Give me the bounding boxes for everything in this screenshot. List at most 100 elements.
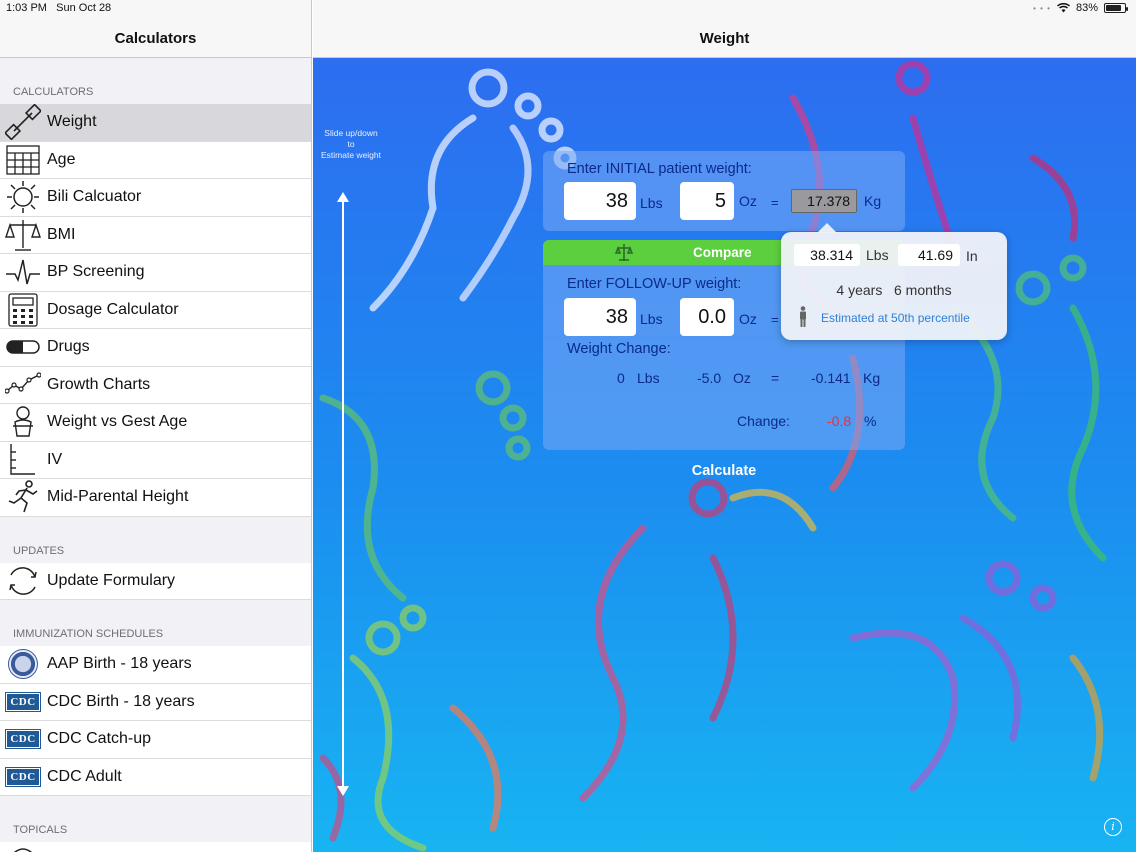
sidebar-item-cdc-birth[interactable]: CDC CDC Birth - 18 years bbox=[0, 683, 311, 721]
slide-hint: Slide up/down to Estimate weight bbox=[321, 128, 381, 160]
popover-height-unit: In bbox=[966, 248, 978, 264]
initial-oz-input[interactable]: 5 bbox=[680, 182, 734, 220]
sidebar-item-bmi[interactable]: BMI bbox=[0, 216, 311, 254]
cdc-logo-icon: CDC bbox=[3, 684, 43, 720]
sidebar-title: Calculators bbox=[114, 30, 197, 47]
section-label-calculators: CALCULATORS bbox=[13, 86, 94, 98]
section-label-immunization: IMMUNIZATION SCHEDULES bbox=[13, 628, 164, 640]
person-icon bbox=[800, 306, 806, 327]
sidebar-item-growth-charts[interactable]: Growth Charts bbox=[0, 366, 311, 404]
change-lbs-value: 0 bbox=[617, 370, 625, 386]
popover-estimate-text: Estimated at 50th percentile bbox=[821, 311, 970, 325]
pulse-icon bbox=[3, 254, 43, 290]
calculator-icon bbox=[3, 292, 43, 328]
pill-icon bbox=[3, 329, 43, 365]
battery-percent: 83% bbox=[1075, 2, 1098, 14]
sidebar-item-label: Mid-Parental Height bbox=[47, 488, 189, 506]
scale-icon bbox=[3, 217, 43, 253]
refresh-icon bbox=[3, 563, 43, 599]
cdc-logo-icon: CDC bbox=[3, 759, 43, 795]
initial-kg-value: 17.378 bbox=[791, 189, 857, 213]
sidebar-item-label: BP Screening bbox=[47, 263, 145, 281]
running-figure-icon bbox=[3, 479, 43, 515]
initial-oz-unit: Oz bbox=[739, 193, 757, 209]
sidebar-item-label: CDC Catch-up bbox=[47, 730, 152, 748]
popover-lbs-value[interactable]: 38.314 bbox=[794, 244, 860, 266]
sidebar-item-label: CDC Birth - 18 years bbox=[47, 692, 195, 710]
weight-change-title: Weight Change: bbox=[567, 341, 671, 357]
section-label-updates: UPDATES bbox=[13, 544, 65, 557]
topical-icon bbox=[3, 842, 43, 852]
sidebar-item-bili[interactable]: Bili Calcuator bbox=[0, 179, 311, 217]
sun-icon bbox=[3, 179, 43, 215]
followup-oz-unit: Oz bbox=[739, 311, 757, 327]
sidebar-item-mid-parental-height[interactable]: Mid-Parental Height bbox=[0, 479, 311, 517]
estimate-popover: 38.314 Lbs 41.69 In 4 years 6 months Est… bbox=[781, 223, 1007, 340]
sidebar-item-cdc-adult[interactable]: CDC CDC Adult bbox=[0, 758, 311, 796]
sidebar-item-topicals-partial[interactable] bbox=[0, 842, 311, 852]
change-kg-value: -0.141 bbox=[811, 370, 851, 386]
sidebar: Calculators CALCULATORS Weight Age Bili … bbox=[0, 0, 312, 852]
sidebar-item-label: Dosage Calculator bbox=[47, 300, 179, 318]
baby-icon bbox=[3, 404, 43, 440]
change-percent-unit: % bbox=[864, 413, 877, 429]
initial-weight-title: Enter INITIAL patient weight: bbox=[567, 161, 752, 177]
weight-slider-track[interactable] bbox=[342, 198, 344, 790]
sidebar-item-label: Bili Calcuator bbox=[47, 188, 142, 206]
followup-equals: = bbox=[771, 312, 779, 327]
change-kg-unit: Kg bbox=[863, 370, 881, 386]
wifi-icon bbox=[1056, 3, 1070, 13]
info-icon[interactable]: i bbox=[1104, 818, 1122, 836]
sidebar-item-label: Age bbox=[47, 150, 76, 168]
compare-label: Compare bbox=[693, 245, 752, 260]
sidebar-item-label: BMI bbox=[47, 225, 76, 243]
change-percent-label: Change: bbox=[737, 413, 790, 429]
status-time: 1:03 PM Sun Oct 28 bbox=[6, 2, 112, 14]
followup-lbs-unit: Lbs bbox=[640, 311, 663, 327]
sidebar-item-label: Update Formulary bbox=[47, 571, 176, 589]
weight-canvas[interactable]: Slide up/down to Estimate weight Enter I… bbox=[313, 58, 1136, 852]
sidebar-item-age[interactable]: Age bbox=[0, 141, 311, 179]
sidebar-item-weight-vs-gest-age[interactable]: Weight vs Gest Age bbox=[0, 404, 311, 442]
initial-kg-unit: Kg bbox=[864, 193, 882, 209]
page-title: Weight bbox=[699, 30, 750, 47]
battery-icon bbox=[1104, 3, 1128, 13]
sidebar-item-label: Drugs bbox=[47, 338, 90, 356]
sidebar-item-weight[interactable]: Weight bbox=[0, 104, 311, 142]
sidebar-item-aap-birth[interactable]: AAP Birth - 18 years bbox=[0, 646, 311, 684]
sidebar-item-bp-screening[interactable]: BP Screening bbox=[0, 254, 311, 292]
sidebar-item-label: Weight bbox=[47, 113, 97, 131]
main-panel: Weight Slide up/down to Estimate weight … bbox=[313, 0, 1136, 852]
initial-lbs-unit: Lbs bbox=[640, 195, 663, 211]
cdc-logo-icon: CDC bbox=[3, 721, 43, 757]
change-lbs-unit: Lbs bbox=[637, 370, 660, 386]
dumbbell-icon bbox=[3, 104, 43, 141]
sidebar-item-cdc-catch-up[interactable]: CDC CDC Catch-up bbox=[0, 721, 311, 759]
followup-oz-input[interactable]: 0.0 bbox=[680, 298, 734, 336]
followup-lbs-input[interactable]: 38 bbox=[564, 298, 636, 336]
sidebar-item-update-formulary[interactable]: Update Formulary bbox=[0, 562, 311, 600]
sidebar-item-label: AAP Birth - 18 years bbox=[47, 655, 192, 673]
initial-equals: = bbox=[771, 195, 779, 210]
compare-icon bbox=[615, 244, 633, 261]
sidebar-item-label: Weight vs Gest Age bbox=[47, 413, 188, 431]
sidebar-item-dosage-calculator[interactable]: Dosage Calculator bbox=[0, 291, 311, 329]
sidebar-item-drugs[interactable]: Drugs bbox=[0, 329, 311, 367]
popover-height-value[interactable]: 41.69 bbox=[898, 244, 960, 266]
sidebar-item-label: Growth Charts bbox=[47, 375, 151, 393]
section-label-topicals: TOPICALS bbox=[13, 824, 68, 836]
arrow-down-icon bbox=[337, 786, 349, 796]
followup-weight-title: Enter FOLLOW-UP weight: bbox=[567, 276, 742, 292]
calendar-icon bbox=[3, 142, 43, 178]
multitasking-dots-icon: • • • bbox=[1033, 3, 1051, 13]
change-percent-value: -0.8 bbox=[827, 413, 852, 429]
sidebar-item-iv[interactable]: IV bbox=[0, 441, 311, 479]
line-chart-icon bbox=[3, 367, 43, 403]
initial-lbs-input[interactable]: 38 bbox=[564, 182, 636, 220]
sidebar-item-label: IV bbox=[47, 450, 63, 468]
initial-weight-panel: Enter INITIAL patient weight: 38 Lbs 5 O… bbox=[543, 151, 905, 231]
change-oz-unit: Oz bbox=[733, 370, 751, 386]
change-equals: = bbox=[771, 370, 780, 386]
calculate-button[interactable]: Calculate bbox=[653, 463, 795, 479]
change-oz-value: -5.0 bbox=[697, 370, 722, 386]
